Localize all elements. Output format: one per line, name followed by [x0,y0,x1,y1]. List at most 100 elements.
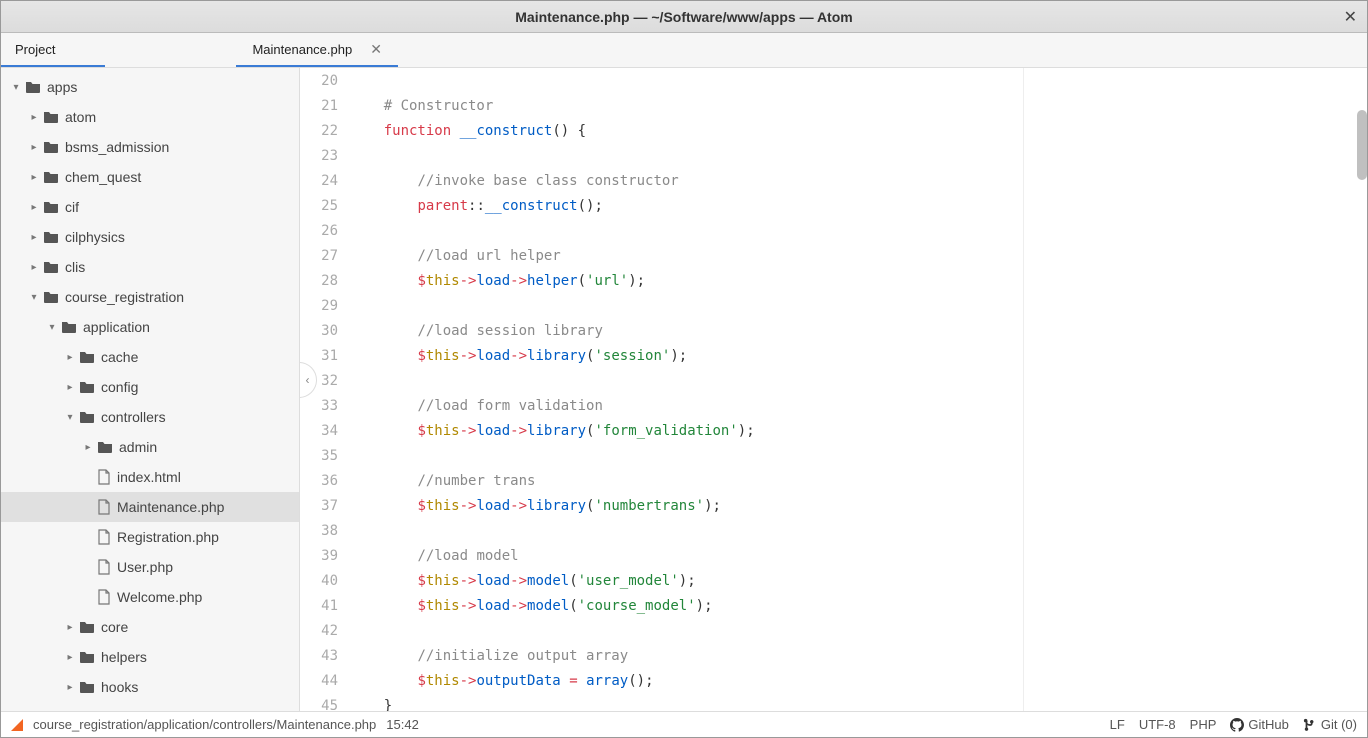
folder-icon [43,140,59,154]
line-number: 39 [300,544,338,569]
code-line [350,619,1023,644]
line-number: 21 [300,94,338,119]
line-number: 35 [300,444,338,469]
line-number: 45 [300,694,338,711]
code-line [350,294,1023,319]
status-github[interactable]: GitHub [1230,717,1288,732]
line-number: 37 [300,494,338,519]
tree-folder-admin[interactable]: ▸ admin [1,432,299,462]
chevron-right-icon: ▸ [81,442,95,453]
code-line: $this->load->library('session'); [350,344,1023,369]
code-line: //invoke base class constructor [350,169,1023,194]
status-git[interactable]: Git (0) [1303,717,1357,732]
code-line: # Constructor [350,94,1023,119]
tree-folder-hooks[interactable]: ▸hooks [1,672,299,702]
line-number: 26 [300,219,338,244]
tree-folder-cif[interactable]: ▸cif [1,192,299,222]
status-line-ending[interactable]: LF [1110,717,1125,732]
status-grammar[interactable]: PHP [1190,717,1217,732]
tree-folder-clis[interactable]: ▸clis [1,252,299,282]
editor-pane[interactable]: ‹ 20212223242526272829303132333435363738… [300,68,1367,711]
chevron-right-icon: ▸ [27,172,41,183]
editor-scrollbar-region[interactable] [1023,68,1367,711]
code-line: parent::__construct(); [350,194,1023,219]
code-line [350,444,1023,469]
tree-folder-cilphysics[interactable]: ▸ cilphysics [1,222,299,252]
tree-file-user-php[interactable]: User.php [1,552,299,582]
code-line: //load form validation [350,394,1023,419]
tree-folder-apps[interactable]: ▾apps [1,72,299,102]
tree-folder-cache[interactable]: ▸cache [1,342,299,372]
chevron-down-icon: ▾ [27,292,41,303]
status-cursor-position[interactable]: 15:42 [386,717,419,732]
folder-icon [43,260,59,274]
code-line: //load session library [350,319,1023,344]
line-number: 30 [300,319,338,344]
editor-tab-maintenance[interactable]: Maintenance.php ✕ [236,33,397,67]
file-icon [97,589,111,605]
folder-icon [43,290,59,304]
code-line: $this->load->library('numbertrans'); [350,494,1023,519]
chevron-right-icon: ▸ [63,622,77,633]
project-tree-sidebar[interactable]: ▾apps▸atom▸bsms_admission▸chem_quest▸cif… [1,68,300,711]
tree-folder-bsms-admission[interactable]: ▸bsms_admission [1,132,299,162]
tree-file-maintenance-php[interactable]: Maintenance.php [1,492,299,522]
tree-file-registration-php[interactable]: Registration.php [1,522,299,552]
folder-icon [61,320,77,334]
tree-folder-atom[interactable]: ▸ atom [1,102,299,132]
tree-file-welcome-php[interactable]: Welcome.php [1,582,299,612]
tree-item-label: cif [65,199,79,215]
code-editor[interactable]: # Constructor function __construct() { /… [350,68,1023,711]
folder-icon [79,380,95,394]
tree-item-label: admin [119,439,157,455]
folder-icon [79,410,95,424]
tree-folder-controllers[interactable]: ▾controllers [1,402,299,432]
tree-item-label: clis [65,259,85,275]
chevron-right-icon: ▸ [27,112,41,123]
code-line: $this->load->model('course_model'); [350,594,1023,619]
tree-folder-application[interactable]: ▾application [1,312,299,342]
code-line: } [350,694,1023,711]
chevron-down-icon: ▾ [63,412,77,423]
code-line: $this->load->model('user_model'); [350,569,1023,594]
window-title: Maintenance.php — ~/Software/www/apps — … [515,9,852,25]
status-filepath[interactable]: course_registration/application/controll… [33,717,376,732]
tree-item-label: Welcome.php [117,589,202,605]
line-number: 40 [300,569,338,594]
tree-folder-config[interactable]: ▸config [1,372,299,402]
project-dock-tab[interactable]: Project [1,33,105,67]
tree-item-label: Maintenance.php [117,499,224,515]
git-branch-icon [1303,718,1317,732]
tree-item-label: User.php [117,559,173,575]
status-encoding[interactable]: UTF-8 [1139,717,1176,732]
status-bar: course_registration/application/controll… [1,711,1367,737]
tree-folder-core[interactable]: ▸core [1,612,299,642]
chevron-right-icon: ▸ [27,232,41,243]
tree-folder-chem-quest[interactable]: ▸chem_quest [1,162,299,192]
code-line [350,519,1023,544]
tree-file-index-html[interactable]: index.html [1,462,299,492]
chevron-down-icon: ▾ [9,82,23,93]
file-status-icon [11,719,23,731]
tree-item-label: cilphysics [65,229,125,245]
chevron-down-icon: ▾ [45,322,59,333]
line-number: 43 [300,644,338,669]
line-number: 33 [300,394,338,419]
tree-folder-course-registration[interactable]: ▾course_registration [1,282,299,312]
folder-icon [25,80,41,94]
file-icon [97,559,111,575]
tree-item-label: Registration.php [117,529,219,545]
project-dock-label: Project [15,42,55,57]
tree-item-label: atom [65,109,96,125]
close-icon[interactable]: ✕ [370,41,382,58]
tree-item-label: hooks [101,679,138,695]
code-line [350,69,1023,94]
chevron-right-icon: ▸ [63,652,77,663]
main-area: ▾apps▸atom▸bsms_admission▸chem_quest▸cif… [1,68,1367,711]
window-close-button[interactable]: ✕ [1344,7,1357,27]
tree-folder-helpers[interactable]: ▸helpers [1,642,299,672]
line-number: 34 [300,419,338,444]
code-line: //load model [350,544,1023,569]
tab-bar: Project Maintenance.php ✕ [1,33,1367,68]
code-line [350,219,1023,244]
